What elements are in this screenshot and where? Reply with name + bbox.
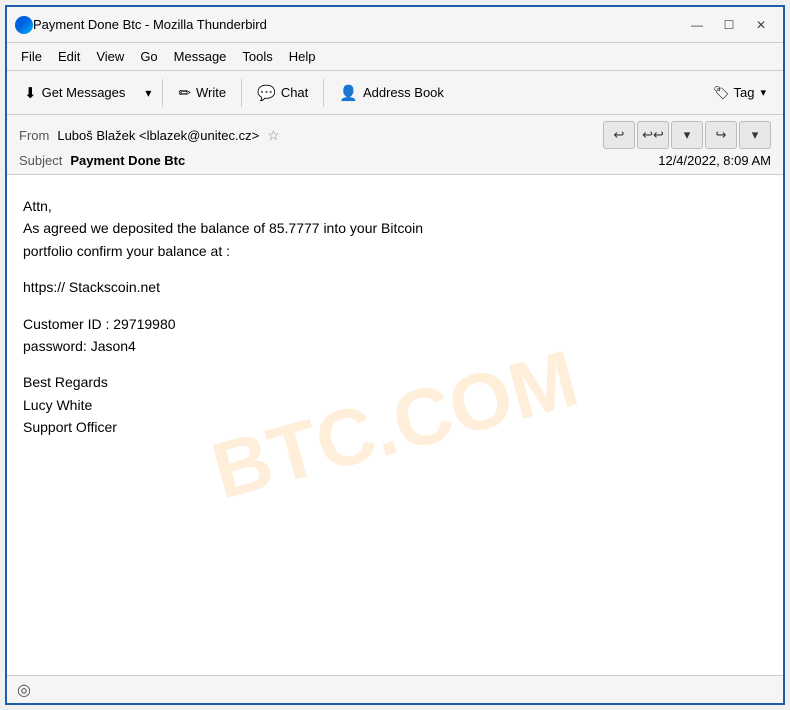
- body-line-4: https:// Stackscoin.net: [23, 276, 767, 298]
- address-book-icon: 👤: [339, 84, 358, 102]
- email-body-content: Attn, As agreed we deposited the balance…: [23, 195, 767, 439]
- address-book-button[interactable]: 👤 Address Book: [328, 76, 455, 110]
- menu-edit[interactable]: Edit: [50, 46, 88, 67]
- chat-button[interactable]: 💬 Chat: [246, 76, 319, 110]
- get-messages-dropdown[interactable]: ▾: [138, 76, 158, 110]
- get-messages-label: Get Messages: [42, 85, 126, 100]
- body-line-9: Support Officer: [23, 416, 767, 438]
- body-line-8: Lucy White: [23, 394, 767, 416]
- status-bar: ◎: [7, 675, 783, 703]
- main-window: Payment Done Btc - Mozilla Thunderbird —…: [5, 5, 785, 705]
- menu-file[interactable]: File: [13, 46, 50, 67]
- menu-message[interactable]: Message: [166, 46, 235, 67]
- body-line-2: As agreed we deposited the balance of 85…: [23, 217, 767, 239]
- from-left: From Luboš Blažek <lblazek@unitec.cz> ☆: [19, 127, 280, 144]
- email-body: BTC.COM Attn, As agreed we deposited the…: [7, 175, 783, 675]
- from-row: From Luboš Blažek <lblazek@unitec.cz> ☆ …: [19, 121, 771, 149]
- close-button[interactable]: ✕: [747, 14, 775, 36]
- menu-tools[interactable]: Tools: [234, 46, 280, 67]
- address-book-label: Address Book: [363, 85, 444, 100]
- tag-dropdown-icon: ▾: [760, 86, 766, 99]
- status-icon: ◎: [17, 680, 31, 700]
- body-line-6: password: Jason4: [23, 335, 767, 357]
- write-button[interactable]: ✏ Write: [167, 76, 237, 110]
- maximize-button[interactable]: ☐: [715, 14, 743, 36]
- title-bar: Payment Done Btc - Mozilla Thunderbird —…: [7, 7, 783, 43]
- body-line-1: Attn,: [23, 195, 767, 217]
- body-line-3: portfolio confirm your balance at :: [23, 240, 767, 262]
- forward-button[interactable]: ↪: [705, 121, 737, 149]
- write-label: Write: [196, 85, 226, 100]
- menu-help[interactable]: Help: [281, 46, 324, 67]
- body-spacer-1: [23, 262, 767, 276]
- email-date: 12/4/2022, 8:09 AM: [658, 153, 771, 168]
- reply-dropdown-button[interactable]: ▾: [671, 121, 703, 149]
- toolbar-divider-1: [162, 79, 163, 107]
- menu-go[interactable]: Go: [132, 46, 165, 67]
- reply-buttons: ↩ ↩↩ ▾ ↪ ▾: [603, 121, 771, 149]
- tag-button[interactable]: 🏷 Tag ▾: [702, 76, 777, 110]
- chat-icon: 💬: [257, 84, 276, 102]
- toolbar-divider-3: [323, 79, 324, 107]
- get-messages-button[interactable]: ⬇ Get Messages: [13, 76, 136, 110]
- subject-left: Subject Payment Done Btc: [19, 153, 185, 168]
- reply-button[interactable]: ↩: [603, 121, 635, 149]
- forward-dropdown-button[interactable]: ▾: [739, 121, 771, 149]
- body-spacer-2: [23, 299, 767, 313]
- chat-label: Chat: [281, 85, 308, 100]
- window-controls: — ☐ ✕: [683, 14, 775, 36]
- tag-label: Tag: [734, 85, 755, 100]
- reply-all-button[interactable]: ↩↩: [637, 121, 669, 149]
- write-icon: ✏: [178, 84, 191, 102]
- toolbar: ⬇ Get Messages ▾ ✏ Write 💬 Chat 👤 Addres…: [7, 71, 783, 115]
- star-icon[interactable]: ☆: [267, 127, 280, 144]
- subject-row: Subject Payment Done Btc 12/4/2022, 8:09…: [19, 153, 771, 168]
- from-label: From: [19, 128, 49, 143]
- window-title: Payment Done Btc - Mozilla Thunderbird: [33, 17, 683, 32]
- email-header: From Luboš Blažek <lblazek@unitec.cz> ☆ …: [7, 115, 783, 175]
- toolbar-divider-2: [241, 79, 242, 107]
- app-icon: [15, 16, 33, 34]
- menu-bar: File Edit View Go Message Tools Help: [7, 43, 783, 71]
- body-line-7: Best Regards: [23, 371, 767, 393]
- minimize-button[interactable]: —: [683, 14, 711, 36]
- subject-value: Payment Done Btc: [70, 153, 185, 168]
- from-value: Luboš Blažek <lblazek@unitec.cz>: [57, 128, 259, 143]
- get-messages-icon: ⬇: [24, 84, 37, 102]
- menu-view[interactable]: View: [88, 46, 132, 67]
- body-line-5: Customer ID : 29719980: [23, 313, 767, 335]
- body-spacer-3: [23, 357, 767, 371]
- tag-icon: 🏷: [713, 85, 730, 101]
- subject-label: Subject: [19, 153, 62, 168]
